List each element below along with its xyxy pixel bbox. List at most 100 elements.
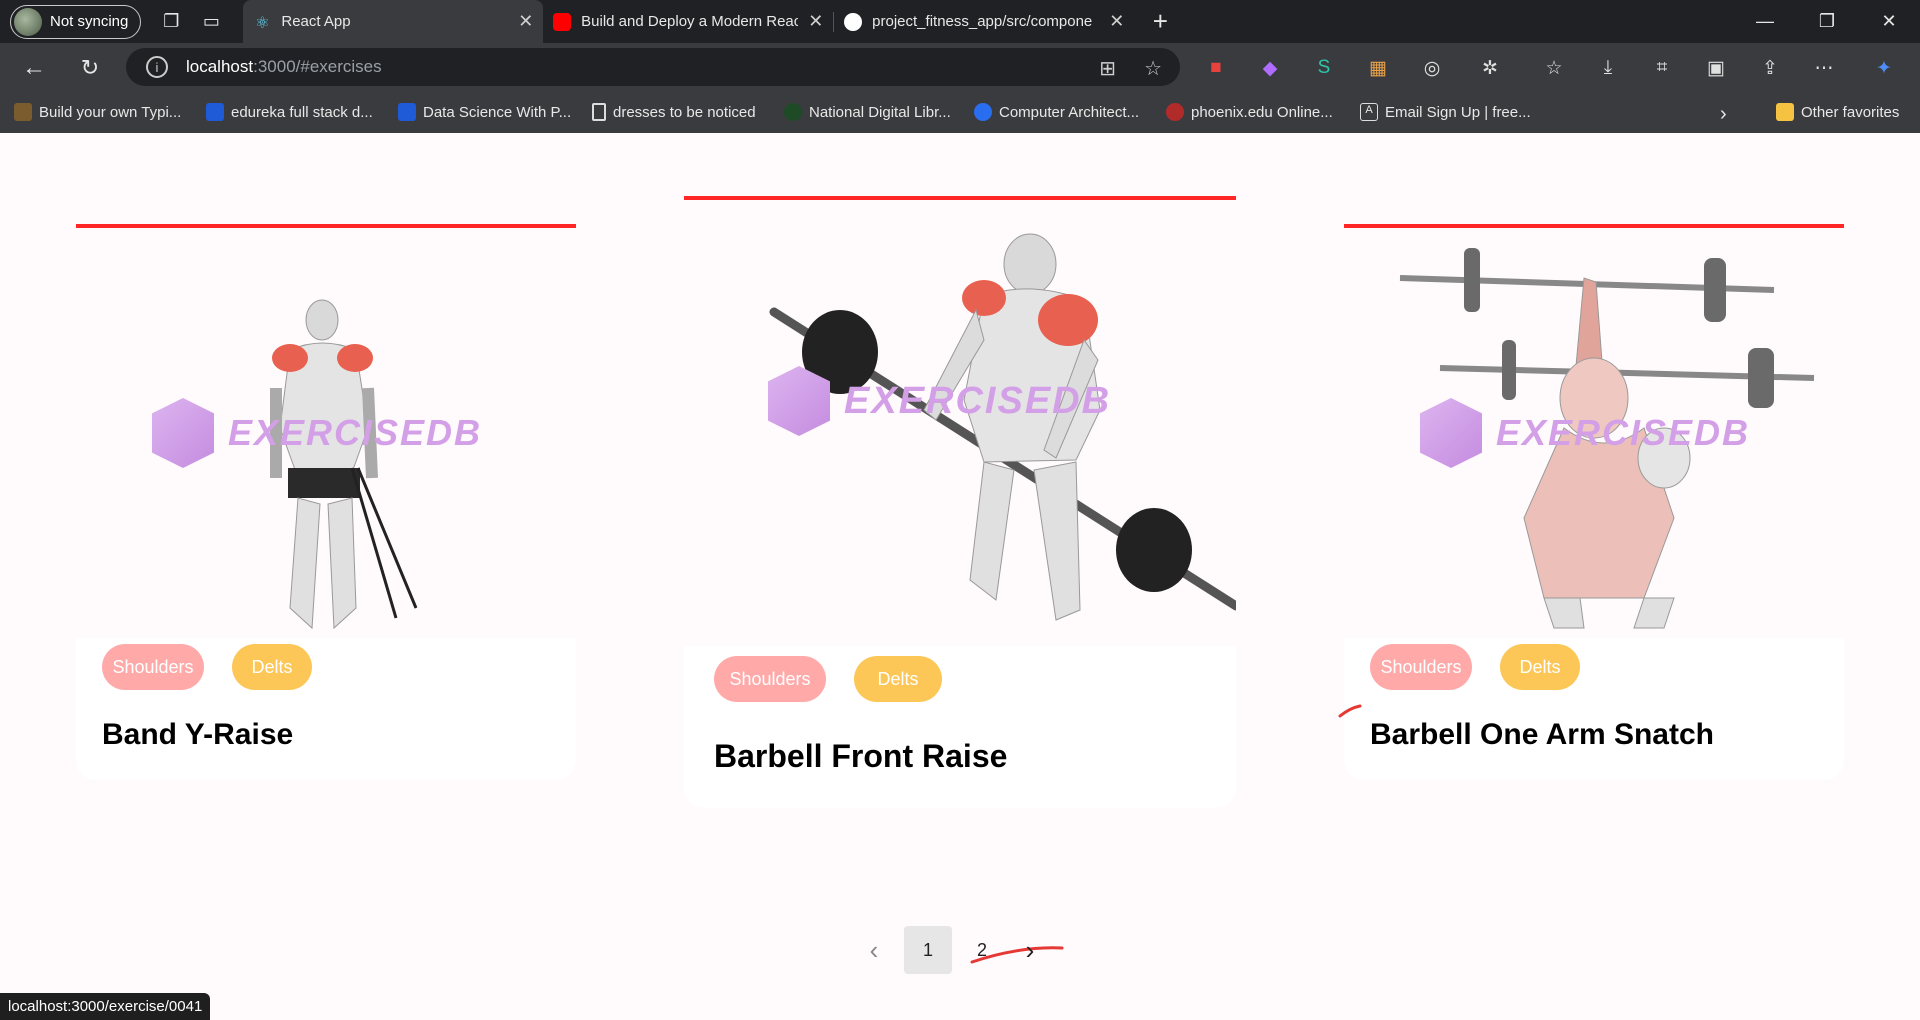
site-info-icon[interactable]: i — [146, 56, 168, 78]
refresh-icon[interactable]: ↻ — [70, 48, 110, 88]
bookmark-item[interactable]: Data Science With P... — [398, 103, 571, 121]
next-page-button[interactable]: › — [1006, 926, 1054, 974]
downloads-icon[interactable]: ⤓ — [1590, 50, 1626, 86]
body-part-chip[interactable]: Shoulders — [714, 656, 826, 702]
bookmark-label: Build your own Typi... — [39, 103, 182, 121]
target-chip[interactable]: Delts — [1500, 644, 1580, 690]
screenshot-icon[interactable]: ⌗ — [1644, 50, 1680, 86]
favorites-icon[interactable]: ☆ — [1536, 50, 1572, 86]
tab-bar: Not syncing ❐ ▭ ⚛ React App ✕ Build and … — [0, 0, 1920, 43]
watermark-text: EXERCISEDB — [228, 412, 483, 453]
bookmark-item[interactable]: Computer Architect... — [974, 103, 1139, 121]
pagination: ‹ 1 2 › — [850, 926, 1054, 974]
phoenix-icon — [1166, 103, 1184, 121]
avatar — [14, 7, 42, 36]
app-available-icon[interactable]: ⊞ — [1099, 56, 1116, 81]
bookmark-item[interactable]: edureka full stack d... — [206, 103, 373, 121]
body-part-chip[interactable]: Shoulders — [102, 644, 204, 690]
extension-target-icon[interactable]: ◎ — [1414, 50, 1450, 86]
more-menu-icon[interactable]: ⋯ — [1806, 50, 1842, 86]
bookmark-item[interactable]: dresses to be noticed — [592, 103, 756, 121]
other-favorites[interactable]: Other favorites — [1776, 103, 1899, 121]
minimize-icon[interactable]: — — [1734, 0, 1796, 43]
window-close-icon[interactable]: ✕ — [1858, 0, 1920, 43]
bookmark-label: edureka full stack d... — [231, 103, 373, 121]
new-tab-icon[interactable]: + — [1140, 2, 1180, 42]
watermark-text: EXERCISEDB — [844, 379, 1112, 422]
exercisedb-logo-icon — [152, 398, 214, 468]
profile-label: Not syncing — [50, 13, 129, 30]
bookmarks-bar: Build your own Typi... edureka full stac… — [0, 93, 1920, 133]
copilot-icon[interactable]: ✦ — [1866, 50, 1902, 86]
bookmark-label: National Digital Libr... — [809, 103, 951, 121]
collections-icon[interactable]: ▣ — [1698, 50, 1734, 86]
close-icon[interactable]: ✕ — [1109, 11, 1124, 32]
exercise-card[interactable]: EXERCISEDB Shoulders Delts Barbell One A… — [1344, 224, 1844, 780]
edureka-icon — [398, 103, 416, 121]
status-url: localhost:3000/exercise/0041 — [0, 993, 211, 1020]
exercise-card[interactable]: EXERCISEDB Shoulders Delts Barbell Front… — [684, 196, 1236, 808]
ndl-icon — [784, 103, 802, 121]
workspaces-icon[interactable]: ❐ — [151, 2, 191, 42]
favorite-star-icon[interactable]: ☆ — [1144, 56, 1162, 81]
tab-github[interactable]: project_fitness_app/src/compone ✕ — [834, 0, 1134, 43]
exercise-image: EXERCISEDB — [1344, 228, 1844, 638]
restore-icon[interactable]: ❐ — [1796, 0, 1858, 43]
extension-red-icon[interactable]: ■ — [1198, 50, 1234, 86]
bookmark-label: Computer Architect... — [999, 103, 1140, 121]
bookmark-label: dresses to be noticed — [613, 103, 756, 121]
target-chip[interactable]: Delts — [854, 656, 942, 702]
bookmark-label: Email Sign Up | free... — [1385, 103, 1531, 121]
close-icon[interactable]: ✕ — [808, 11, 823, 32]
back-icon[interactable]: ← — [14, 48, 54, 88]
bookmark-icon — [14, 103, 32, 121]
bookmark-label: Data Science With P... — [423, 103, 572, 121]
bookmark-item[interactable]: A Email Sign Up | free... — [1360, 103, 1531, 121]
bookmark-item[interactable]: Build your own Typi... — [14, 103, 181, 121]
watermark: EXERCISEDB — [152, 398, 482, 468]
bookmark-item[interactable]: National Digital Libr... — [784, 103, 951, 121]
page-button-1[interactable]: 1 — [904, 926, 952, 974]
extensions-puzzle-icon[interactable]: ✲ — [1472, 50, 1508, 86]
watermark-text: EXERCISEDB — [1496, 412, 1751, 453]
tab-youtube[interactable]: Build and Deploy a Modern React ✕ — [543, 0, 833, 43]
react-icon: ⚛ — [255, 14, 270, 32]
exercise-image: EXERCISEDB — [76, 228, 576, 638]
github-icon — [844, 12, 863, 31]
bookmark-label: phoenix.edu Online... — [1191, 103, 1333, 121]
bookmark-label: Other favorites — [1801, 103, 1900, 121]
exercisedb-logo-icon — [768, 366, 830, 436]
c-icon — [974, 103, 992, 121]
profile-button[interactable]: Not syncing — [10, 4, 142, 39]
bookmark-item[interactable]: phoenix.edu Online... — [1166, 103, 1333, 121]
tab-title: Build and Deploy a Modern React — [581, 13, 799, 30]
body-part-chip[interactable]: Shoulders — [1370, 644, 1472, 690]
page-button-2[interactable]: 2 — [958, 926, 1006, 974]
url-path: :3000/#exercises — [253, 57, 382, 76]
extension-purple-icon[interactable]: ◆ — [1252, 50, 1288, 86]
prev-page-button[interactable]: ‹ — [850, 926, 898, 974]
tab-actions-icon[interactable]: ▭ — [191, 2, 231, 42]
url-field[interactable]: i localhost:3000/#exercises ⊞ ☆ — [126, 48, 1180, 86]
exercise-card[interactable]: EXERCISEDB Shoulders Delts Band Y-Raise — [76, 224, 576, 780]
exercise-image: EXERCISEDB — [684, 200, 1236, 646]
bookmarks-overflow-icon[interactable]: › — [1720, 103, 1727, 126]
share-icon[interactable]: ⇪ — [1752, 50, 1788, 86]
exercisedb-logo-icon — [1420, 398, 1482, 468]
exercise-name: Barbell One Arm Snatch — [1370, 718, 1714, 751]
extension-s-icon[interactable]: S — [1306, 50, 1342, 86]
close-icon[interactable]: ✕ — [518, 11, 533, 32]
youtube-icon — [553, 12, 572, 31]
tab-react-app[interactable]: ⚛ React App ✕ — [243, 0, 544, 43]
extension-grid-icon[interactable]: ▦ — [1360, 50, 1396, 86]
watermark: EXERCISEDB — [768, 366, 1111, 436]
edureka-icon — [206, 103, 224, 121]
document-icon — [592, 103, 606, 121]
target-chip[interactable]: Delts — [232, 644, 312, 690]
folder-icon — [1776, 103, 1794, 121]
tab-title: project_fitness_app/src/compone — [872, 13, 1093, 30]
watermark: EXERCISEDB — [1420, 398, 1750, 468]
exercise-name: Barbell Front Raise — [714, 738, 1008, 774]
url-host: localhost — [186, 57, 254, 76]
address-bar: ← ↻ i localhost:3000/#exercises ⊞ ☆ ■ ◆ … — [0, 43, 1920, 93]
